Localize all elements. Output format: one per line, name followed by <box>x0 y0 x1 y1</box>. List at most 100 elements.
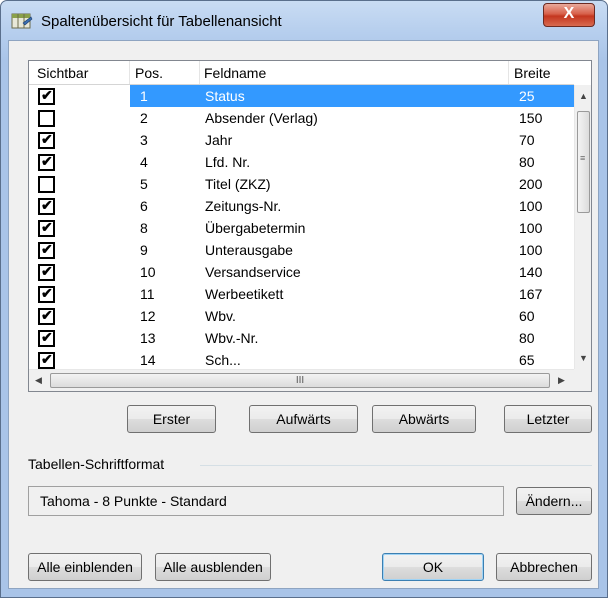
scrollbar-corner <box>574 369 591 391</box>
visibility-checkbox[interactable]: ✔ <box>38 285 55 303</box>
table-row[interactable]: 5 Titel (ZKZ) 200 <box>29 173 574 195</box>
row-fieldname: Jahr <box>205 132 233 148</box>
visibility-checkbox[interactable] <box>38 110 55 127</box>
table-row[interactable]: ✔ 13 Wbv.-Nr. 80 <box>29 327 574 349</box>
checkmark-icon: ✔ <box>41 87 53 103</box>
list-rows: ✔ 1 Status 25 2 Absender (Verlag) 150 ✔ 3 Jahr 70 ✔… <box>29 85 574 369</box>
up-button[interactable]: Aufwärts <box>249 405 358 433</box>
scroll-down-icon[interactable]: ▼ <box>579 353 588 363</box>
row-fieldname: Sch... <box>205 352 241 368</box>
vertical-scroll-thumb[interactable]: ≡ <box>577 111 590 213</box>
row-fieldname: Unterausgabe <box>205 242 293 258</box>
visibility-checkbox[interactable] <box>38 176 55 193</box>
table-row[interactable]: ✔ 6 Zeitungs-Nr. 100 <box>29 195 574 217</box>
scroll-up-icon[interactable]: ▲ <box>579 91 588 101</box>
table-row[interactable]: ✔ 10 Versandservice 140 <box>29 261 574 283</box>
column-header-position[interactable]: Pos. <box>130 61 200 84</box>
row-fieldname: Versandservice <box>205 264 301 280</box>
row-position: 8 <box>140 220 148 236</box>
table-row[interactable]: ✔ 9 Unterausgabe 100 <box>29 239 574 261</box>
visibility-checkbox[interactable]: ✔ <box>38 351 55 369</box>
row-position: 1 <box>140 88 148 104</box>
table-row[interactable]: ✔ 12 Wbv. 60 <box>29 305 574 327</box>
row-fieldname: Übergabetermin <box>205 220 306 236</box>
title-bar[interactable]: Spaltenübersicht für Tabellenansicht X <box>1 1 607 41</box>
row-fieldname: Wbv.-Nr. <box>205 330 259 346</box>
row-fieldname: Status <box>205 88 245 104</box>
row-fieldname: Werbeetikett <box>205 286 284 302</box>
row-fieldname: Titel (ZKZ) <box>205 176 271 192</box>
table-row[interactable]: ✔ 1 Status 25 <box>29 85 574 107</box>
row-width: 25 <box>519 88 535 104</box>
down-button[interactable]: Abwärts <box>372 405 476 433</box>
checkmark-icon: ✔ <box>41 307 53 323</box>
first-button[interactable]: Erster <box>127 405 216 433</box>
checkmark-icon: ✔ <box>41 329 53 345</box>
change-font-button[interactable]: Ändern... <box>516 487 592 515</box>
row-width: 150 <box>519 110 543 126</box>
checkmark-icon: ✔ <box>41 131 53 147</box>
row-fieldname: Absender (Verlag) <box>205 110 318 126</box>
row-position: 11 <box>140 286 155 302</box>
row-width: 167 <box>519 286 543 302</box>
ok-button[interactable]: OK <box>382 553 484 581</box>
table-row[interactable]: 2 Absender (Verlag) 150 <box>29 107 574 129</box>
row-position: 13 <box>140 330 156 346</box>
selection-highlight <box>130 85 574 107</box>
row-fieldname: Zeitungs-Nr. <box>205 198 282 214</box>
visibility-checkbox[interactable]: ✔ <box>38 241 55 259</box>
checkmark-icon: ✔ <box>41 285 53 301</box>
table-row[interactable]: ✔ 3 Jahr 70 <box>29 129 574 151</box>
column-header-width[interactable]: Breite <box>509 61 574 84</box>
font-display-field: Tahoma - 8 Punkte - Standard <box>28 486 504 516</box>
close-button[interactable]: X <box>543 3 595 27</box>
row-width: 140 <box>519 264 543 280</box>
table-row[interactable]: ✔ 8 Übergabetermin 100 <box>29 217 574 239</box>
scroll-left-icon[interactable]: ◀ <box>35 375 42 386</box>
checkmark-icon: ✔ <box>41 351 53 367</box>
column-header-fieldname[interactable]: Feldname <box>200 61 509 84</box>
visibility-checkbox[interactable]: ✔ <box>38 87 55 105</box>
visibility-checkbox[interactable]: ✔ <box>38 197 55 215</box>
vertical-scrollbar[interactable]: ▲ ≡ ▼ <box>574 85 591 369</box>
row-position: 6 <box>140 198 148 214</box>
horizontal-scrollbar[interactable]: ◀ III ▶ <box>29 369 574 391</box>
cancel-button[interactable]: Abbrechen <box>496 553 592 581</box>
visibility-checkbox[interactable]: ✔ <box>38 307 55 325</box>
checkmark-icon: ✔ <box>41 263 53 279</box>
row-position: 9 <box>140 242 148 258</box>
list-header: Sichtbar Pos. Feldname Breite <box>29 61 574 85</box>
group-divider <box>200 465 592 466</box>
table-row[interactable]: ✔ 4 Lfd. Nr. 80 <box>29 151 574 173</box>
grip-icon: ≡ <box>580 153 586 163</box>
table-row[interactable]: ✔ 11 Werbeetikett 167 <box>29 283 574 305</box>
visibility-checkbox[interactable]: ✔ <box>38 153 55 171</box>
scroll-right-icon[interactable]: ▶ <box>558 375 565 386</box>
row-width: 80 <box>519 330 535 346</box>
grip-icon: III <box>295 375 305 386</box>
row-fieldname: Wbv. <box>205 308 236 324</box>
visibility-checkbox[interactable]: ✔ <box>38 219 55 237</box>
checkmark-icon: ✔ <box>41 197 53 213</box>
checkmark-icon: ✔ <box>41 241 53 257</box>
row-width: 100 <box>519 242 543 258</box>
font-group-label: Tabellen-Schriftformat <box>28 456 169 472</box>
row-width: 65 <box>519 352 535 368</box>
row-position: 10 <box>140 264 156 280</box>
row-position: 2 <box>140 110 148 126</box>
row-position: 3 <box>140 132 148 148</box>
show-all-button[interactable]: Alle einblenden <box>28 553 142 581</box>
horizontal-scroll-thumb[interactable]: III <box>50 373 550 388</box>
row-width: 100 <box>519 198 543 214</box>
row-width: 200 <box>519 176 543 192</box>
table-row[interactable]: ✔ 14 Sch... 65 <box>29 349 574 369</box>
visibility-checkbox[interactable]: ✔ <box>38 263 55 281</box>
hide-all-button[interactable]: Alle ausblenden <box>155 553 271 581</box>
visibility-checkbox[interactable]: ✔ <box>38 131 55 149</box>
column-header-visible[interactable]: Sichtbar <box>29 61 130 84</box>
last-button[interactable]: Letzter <box>504 405 592 433</box>
visibility-checkbox[interactable]: ✔ <box>38 329 55 347</box>
window-title: Spaltenübersicht für Tabellenansicht <box>41 13 282 30</box>
columns-list[interactable]: Sichtbar Pos. Feldname Breite ✔ 1 Status 25… <box>28 60 592 392</box>
row-position: 12 <box>140 308 156 324</box>
